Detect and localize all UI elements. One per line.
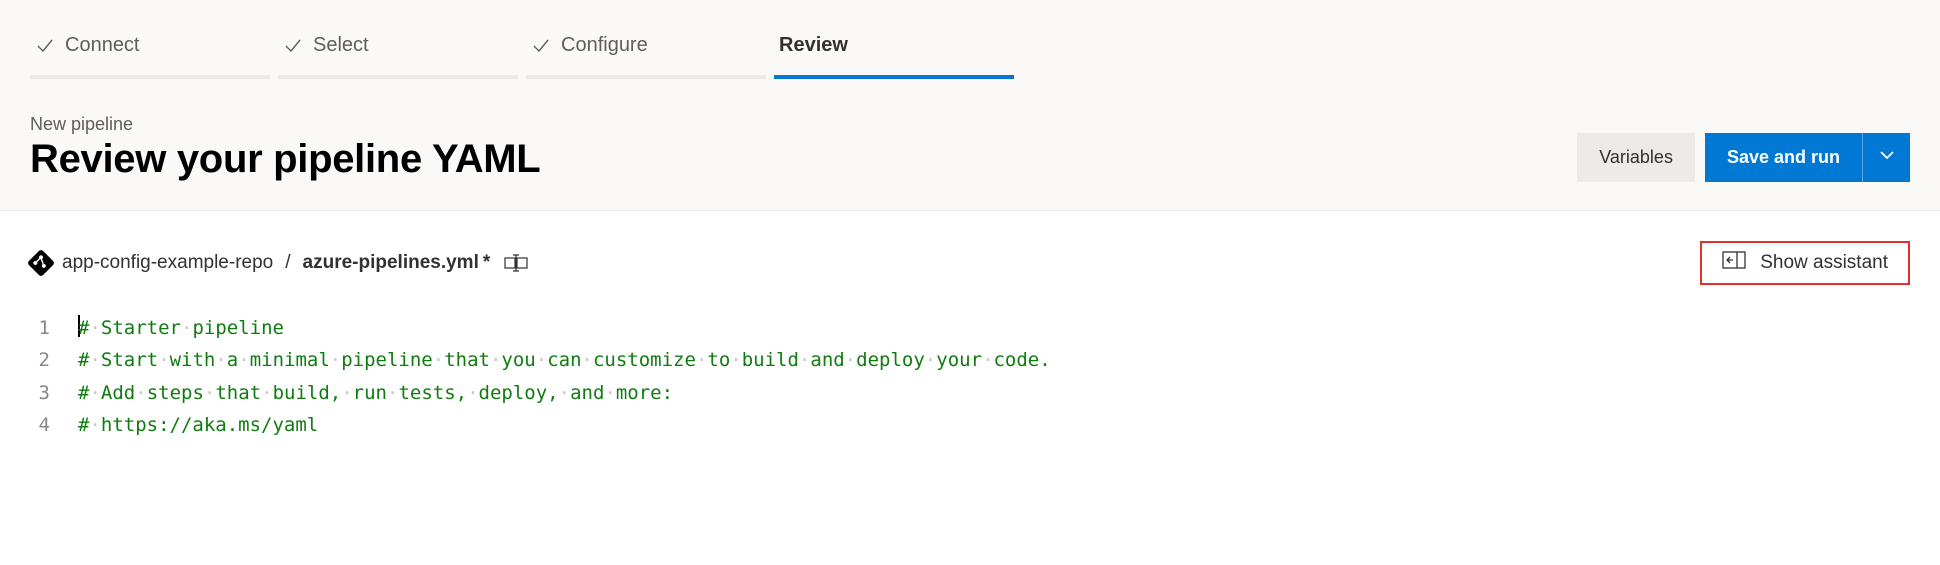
line-number: 2 [30, 344, 78, 376]
step-label: Connect [65, 34, 140, 57]
show-assistant-label: Show assistant [1760, 252, 1888, 274]
line-number: 3 [30, 377, 78, 409]
header-actions: Variables Save and run [1577, 133, 1910, 182]
show-assistant-icon [1722, 251, 1746, 275]
line-code: #·Start·with·a·minimal·pipeline·that·you… [78, 344, 1051, 376]
page-subtitle: New pipeline [30, 114, 540, 135]
save-and-run-chevron[interactable] [1862, 133, 1910, 182]
step-connect[interactable]: Connect [30, 20, 270, 79]
check-icon [531, 36, 551, 56]
editor-line: 4 #·https://aka.ms/yaml [30, 409, 1910, 441]
step-label: Review [779, 34, 848, 57]
line-number: 1 [30, 312, 78, 344]
chevron-down-icon [1879, 147, 1895, 168]
editor-line: 3 #·Add·steps·that·build,·run·tests,·dep… [30, 377, 1910, 409]
line-code: #·Starter·pipeline [78, 312, 284, 344]
file-breadcrumb: app-config-example-repo / azure-pipeline… [30, 252, 528, 274]
breadcrumb-separator: / [285, 252, 290, 274]
save-run-split-button: Save and run [1705, 133, 1910, 182]
editor-line: 2 #·Start·with·a·minimal·pipeline·that·y… [30, 344, 1910, 376]
git-repo-icon [25, 247, 56, 278]
rename-icon[interactable] [504, 254, 528, 272]
line-number: 4 [30, 409, 78, 441]
pipeline-stepper: Connect Select Configure Review [0, 0, 1940, 79]
step-label: Configure [561, 34, 648, 57]
line-code: #·https://aka.ms/yaml [78, 409, 318, 441]
variables-button[interactable]: Variables [1577, 133, 1695, 182]
check-icon [35, 36, 55, 56]
dirty-indicator: * [483, 252, 490, 274]
step-review[interactable]: Review [774, 20, 1014, 79]
yaml-editor[interactable]: 1 #·Starter·pipeline 2 #·Start·with·a·mi… [0, 297, 1940, 447]
breadcrumb-repo[interactable]: app-config-example-repo [62, 252, 273, 274]
editor-line: 1 #·Starter·pipeline [30, 312, 1910, 344]
save-and-run-button[interactable]: Save and run [1705, 133, 1862, 182]
line-code: #·Add·steps·that·build,·run·tests,·deplo… [78, 377, 673, 409]
step-select[interactable]: Select [278, 20, 518, 79]
step-configure[interactable]: Configure [526, 20, 766, 79]
step-label: Select [313, 34, 369, 57]
show-assistant-button[interactable]: Show assistant [1700, 241, 1910, 285]
header-title-block: New pipeline Review your pipeline YAML [30, 114, 540, 182]
breadcrumb-filename[interactable]: azure-pipelines.yml [303, 252, 479, 274]
check-icon [283, 36, 303, 56]
page-title: Review your pipeline YAML [30, 137, 540, 182]
